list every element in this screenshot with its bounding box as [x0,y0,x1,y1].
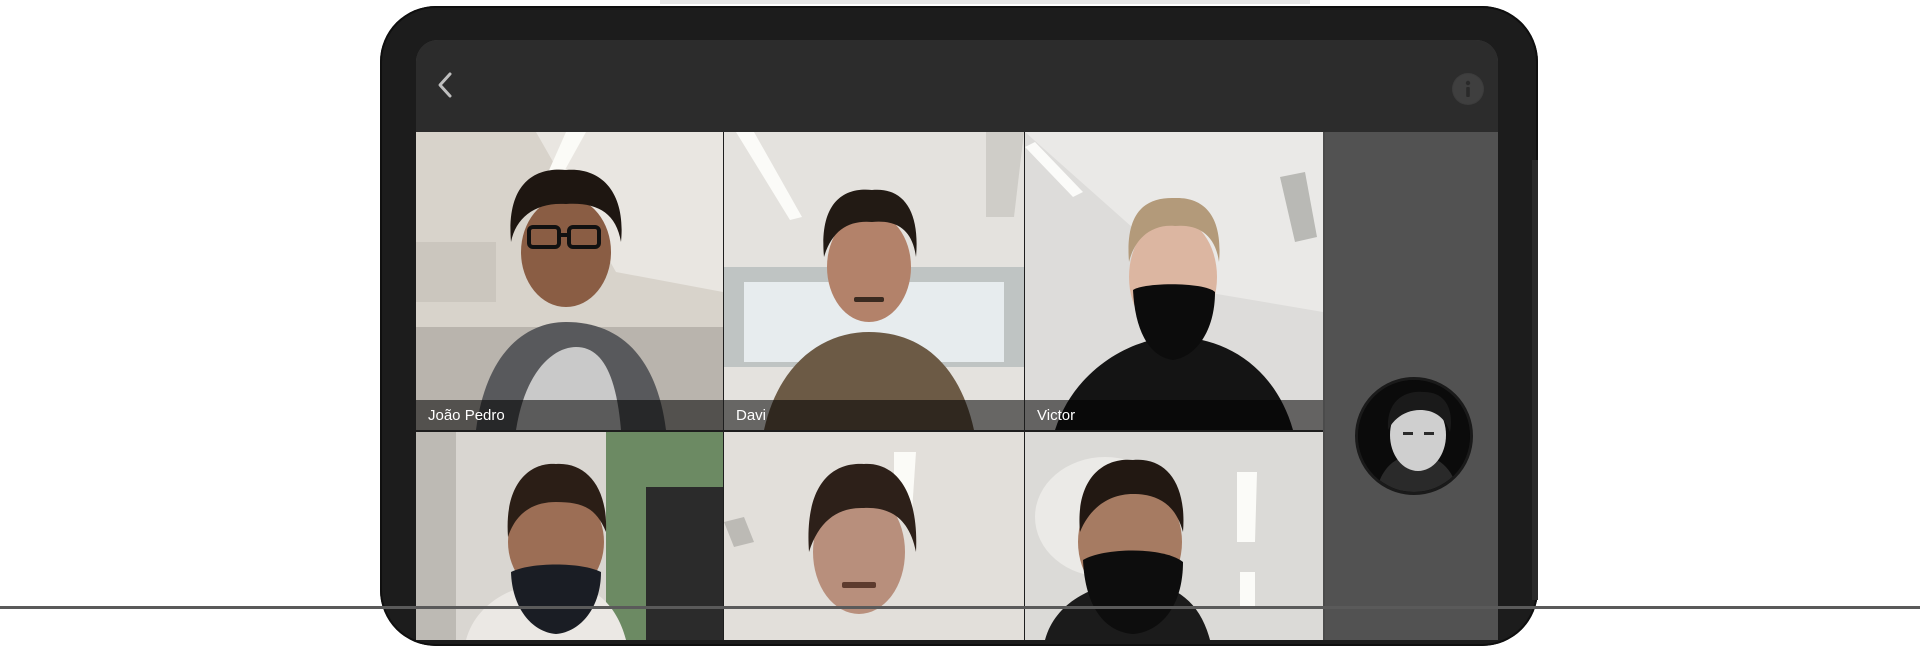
self-view-panel [1325,132,1498,640]
participant-tile[interactable]: Davi [724,132,1024,430]
participant-name: Victor [1037,407,1076,424]
participant-nameplate: Davi [724,400,1024,430]
info-button[interactable] [1452,73,1484,105]
back-button[interactable] [430,70,460,100]
chevron-left-icon [438,72,452,98]
participant-tile[interactable]: João Pedro [416,132,723,430]
participant-nameplate: João Pedro [416,400,723,430]
call-header-bar [416,40,1498,132]
participant-video-feed [1025,132,1323,430]
participant-nameplate: Victor [1025,400,1323,430]
video-call-screen: João Pedro Davi Victor [416,40,1498,640]
participant-video-feed [724,132,1024,430]
top-divider [660,0,1310,4]
self-avatar[interactable] [1355,377,1473,495]
participant-video-grid: João Pedro Davi Victor [416,132,1323,640]
participant-name: João Pedro [428,407,505,424]
participant-tile[interactable]: Victor [1025,132,1323,430]
participant-name: Davi [736,407,767,424]
info-icon [1453,74,1483,104]
avatar-image [1358,380,1470,492]
tablet-side-edge [1532,160,1538,600]
participant-video-feed [416,132,723,430]
